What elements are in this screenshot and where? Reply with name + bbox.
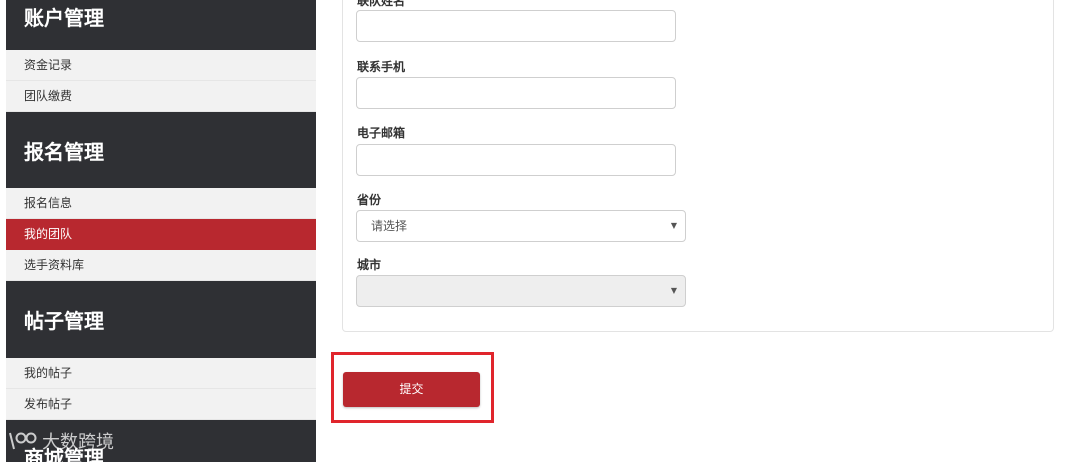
- sidebar-section-title: 帖子管理: [24, 309, 104, 333]
- watermark: 大数跨境: [8, 428, 114, 454]
- watermark-text: 大数跨境: [42, 432, 114, 453]
- sidebar-item-fund-records[interactable]: 资金记录: [6, 50, 316, 81]
- field-label-phone: 联系手机: [357, 60, 406, 74]
- watermark-logo-icon: [9, 432, 37, 450]
- sidebar: 账户管理 资金记录 团队缴费 报名管理 报名信息 我的团队 选手资料库 帖子管理…: [6, 0, 316, 462]
- sidebar-section-posts: 帖子管理: [6, 281, 316, 358]
- chevron-down-icon: ▼: [670, 221, 677, 230]
- sidebar-section-title: 账户管理: [24, 6, 104, 30]
- submit-button[interactable]: 提交: [343, 372, 480, 407]
- chevron-down-icon: ▼: [670, 286, 677, 295]
- field-label-province: 省份: [357, 193, 382, 207]
- province-select-value: 请选择: [371, 219, 408, 233]
- sidebar-item-publish-post[interactable]: 发布帖子: [6, 389, 316, 420]
- sidebar-section-account: 账户管理: [6, 0, 316, 50]
- phone-input[interactable]: [356, 77, 676, 109]
- sidebar-item-player-database[interactable]: 选手资料库: [6, 250, 316, 281]
- email-input[interactable]: [356, 144, 676, 176]
- sidebar-item-registration-info[interactable]: 报名信息: [6, 188, 316, 219]
- sidebar-item-my-posts[interactable]: 我的帖子: [6, 358, 316, 389]
- sidebar-section-registration: 报名管理: [6, 112, 316, 188]
- city-select[interactable]: ▼: [356, 275, 686, 307]
- sidebar-item-team-payment[interactable]: 团队缴费: [6, 81, 316, 112]
- field-label-contact-name: 联队姓名: [357, 0, 406, 8]
- contact-name-input[interactable]: [356, 10, 676, 42]
- sidebar-item-my-team[interactable]: 我的团队: [6, 219, 316, 250]
- field-label-city: 城市: [357, 258, 382, 272]
- province-select[interactable]: 请选择 ▼: [356, 210, 686, 242]
- field-label-email: 电子邮箱: [357, 126, 406, 140]
- sidebar-section-title: 报名管理: [24, 139, 104, 164]
